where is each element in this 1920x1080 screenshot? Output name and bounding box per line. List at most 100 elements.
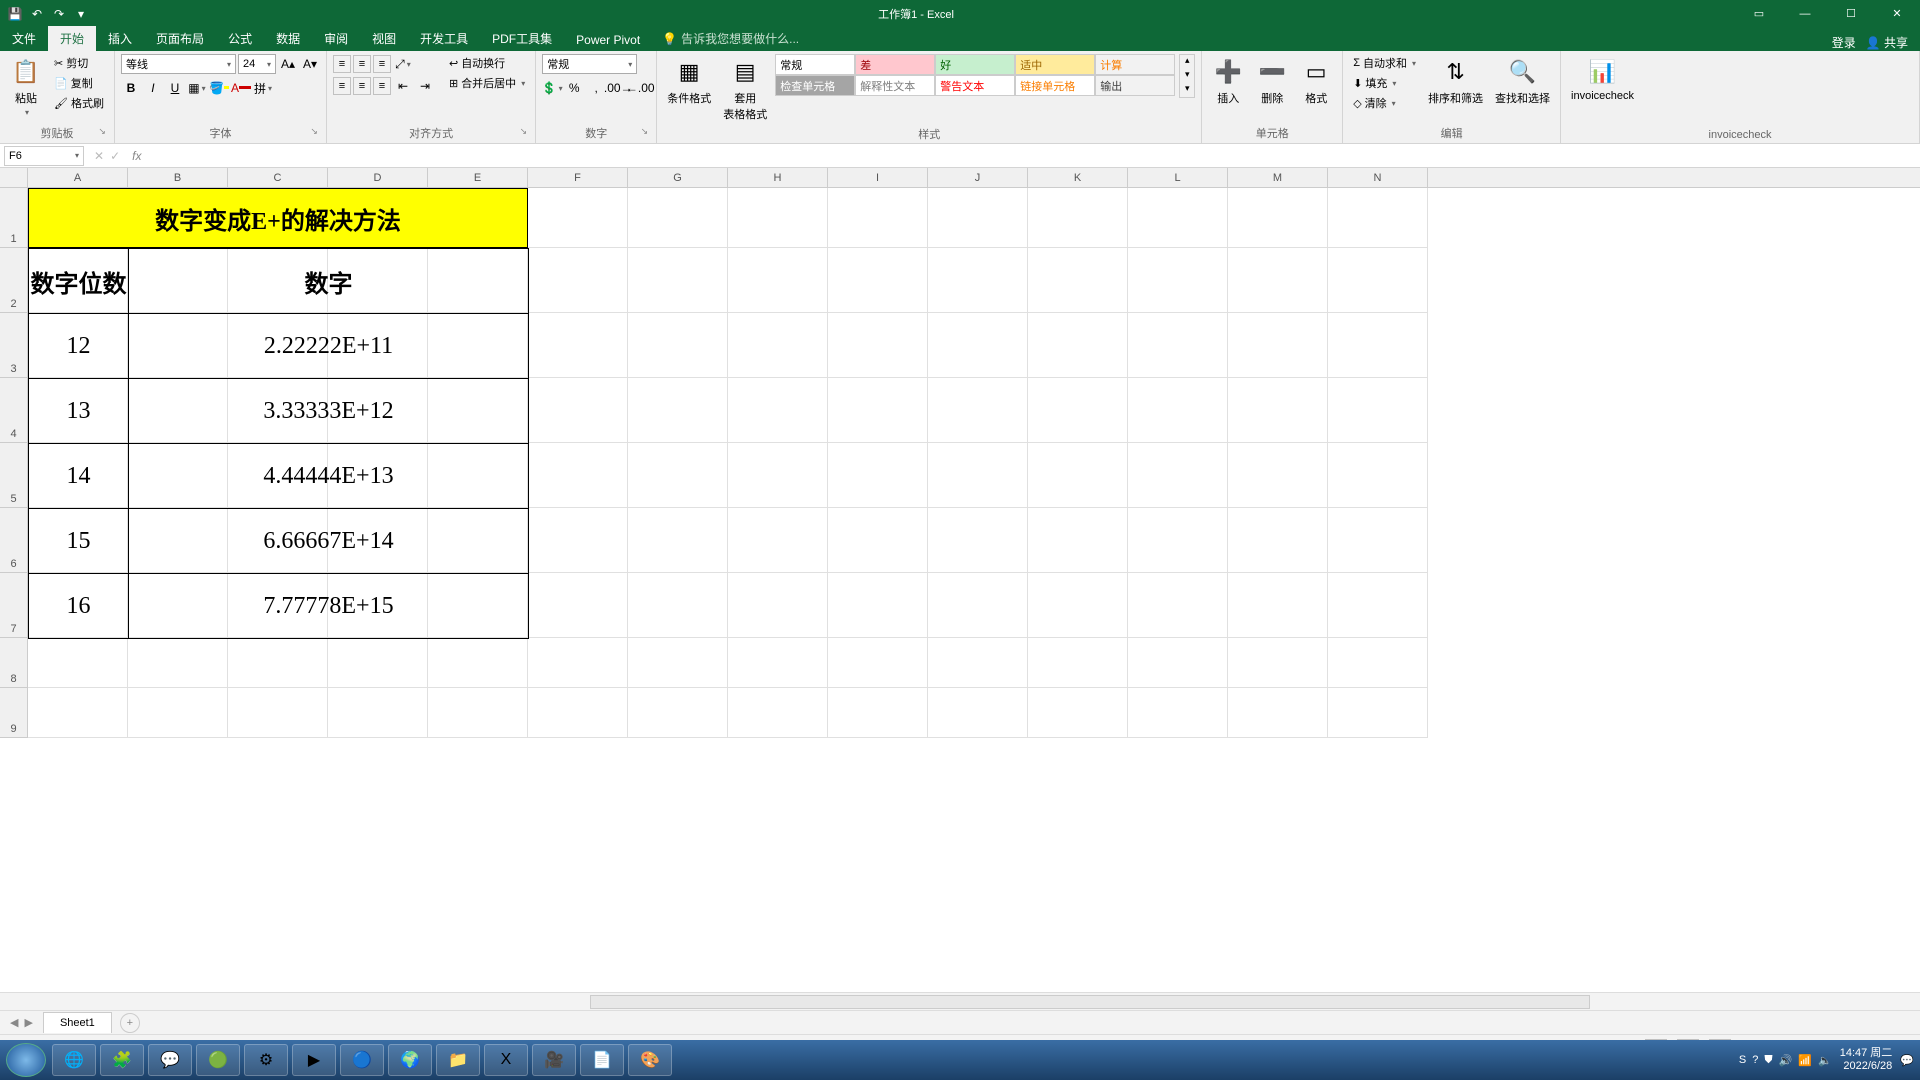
italic-button[interactable]: I <box>143 78 163 98</box>
cell[interactable] <box>1328 688 1428 738</box>
cell[interactable] <box>1128 248 1228 313</box>
taskbar-item[interactable]: 📁 <box>436 1044 480 1076</box>
style-cell-item[interactable]: 解释性文本 <box>855 75 935 96</box>
tab-pdf-tools[interactable]: PDF工具集 <box>480 26 564 51</box>
style-cell-item[interactable]: 差 <box>855 54 935 75</box>
cell[interactable] <box>928 688 1028 738</box>
taskbar-item[interactable]: 🧩 <box>100 1044 144 1076</box>
cell[interactable] <box>228 688 328 738</box>
format-cells-button[interactable]: ▭格式 <box>1296 54 1336 108</box>
taskbar-item[interactable]: 🎥 <box>532 1044 576 1076</box>
percent-button[interactable]: % <box>564 78 584 98</box>
table-cell[interactable]: 15 <box>29 509 129 574</box>
cell[interactable] <box>728 638 828 688</box>
style-cell-item[interactable]: 计算 <box>1095 54 1175 75</box>
cell[interactable] <box>928 378 1028 443</box>
underline-button[interactable]: U <box>165 78 185 98</box>
bold-button[interactable]: B <box>121 78 141 98</box>
cell[interactable] <box>1228 508 1328 573</box>
style-cell-item[interactable]: 输出 <box>1095 75 1175 96</box>
number-format-combo[interactable]: 常规▾ <box>542 54 637 74</box>
sort-filter-button[interactable]: ⇅排序和筛选 <box>1424 54 1487 108</box>
invoicecheck-button[interactable]: 📊invoicecheck <box>1567 54 1638 104</box>
column-header-F[interactable]: F <box>528 168 628 187</box>
clipboard-launcher-icon[interactable]: ↘ <box>98 126 106 137</box>
fx-icon[interactable]: fx <box>126 149 147 163</box>
taskbar-clock[interactable]: 14:47 周二 2022/6/28 <box>1840 1047 1893 1073</box>
row-header-2[interactable]: 2 <box>0 248 28 313</box>
cell[interactable] <box>1128 638 1228 688</box>
tab-power-pivot[interactable]: Power Pivot <box>564 29 652 51</box>
cell[interactable] <box>728 378 828 443</box>
table-cell[interactable]: 16 <box>29 574 129 639</box>
align-bottom-button[interactable]: ≡ <box>373 55 391 73</box>
cell[interactable] <box>1328 313 1428 378</box>
cell[interactable] <box>628 638 728 688</box>
taskbar-item[interactable]: 🟢 <box>196 1044 240 1076</box>
tab-view[interactable]: 视图 <box>360 26 408 51</box>
cell[interactable] <box>528 378 628 443</box>
cell[interactable] <box>1028 188 1128 248</box>
row-header-4[interactable]: 4 <box>0 378 28 443</box>
cell[interactable] <box>1128 188 1228 248</box>
cell[interactable] <box>728 188 828 248</box>
column-header-J[interactable]: J <box>928 168 1028 187</box>
redo-icon[interactable]: ↷ <box>52 7 66 21</box>
cell[interactable] <box>1228 248 1328 313</box>
tray-icon[interactable]: 📶 <box>1798 1054 1812 1067</box>
cell[interactable] <box>828 573 928 638</box>
column-header-I[interactable]: I <box>828 168 928 187</box>
enter-formula-icon[interactable]: ✓ <box>110 149 120 163</box>
tell-me-search[interactable]: 💡 告诉我您想要做什么... <box>652 26 809 51</box>
cell[interactable] <box>1328 188 1428 248</box>
row-header-5[interactable]: 5 <box>0 443 28 508</box>
cell[interactable] <box>728 248 828 313</box>
action-center-icon[interactable]: 💬 <box>1900 1054 1914 1067</box>
horizontal-scrollbar[interactable] <box>0 992 1920 1010</box>
taskbar-item[interactable]: 🌐 <box>52 1044 96 1076</box>
cell[interactable] <box>828 443 928 508</box>
cell[interactable] <box>728 443 828 508</box>
table-cell[interactable]: 12 <box>29 314 129 379</box>
column-header-H[interactable]: H <box>728 168 828 187</box>
cell[interactable] <box>728 313 828 378</box>
border-button[interactable]: ▦▾ <box>187 78 207 98</box>
decrease-indent-button[interactable]: ⇤ <box>393 76 413 96</box>
sheet-tab-sheet1[interactable]: Sheet1 <box>43 1012 112 1033</box>
taskbar-item[interactable]: 🌍 <box>388 1044 432 1076</box>
insert-cells-button[interactable]: ➕插入 <box>1208 54 1248 108</box>
find-select-button[interactable]: 🔍查找和选择 <box>1491 54 1554 108</box>
taskbar-item[interactable]: 🎨 <box>628 1044 672 1076</box>
column-header-C[interactable]: C <box>228 168 328 187</box>
format-as-table-button[interactable]: ▤套用 表格格式 <box>719 54 771 124</box>
cell[interactable] <box>528 573 628 638</box>
column-header-M[interactable]: M <box>1228 168 1328 187</box>
formula-input[interactable] <box>147 146 1920 166</box>
cell[interactable] <box>928 443 1028 508</box>
cell[interactable] <box>1228 638 1328 688</box>
taskbar-item[interactable]: 📄 <box>580 1044 624 1076</box>
cell[interactable] <box>528 508 628 573</box>
add-sheet-button[interactable]: + <box>120 1013 140 1033</box>
align-launcher-icon[interactable]: ↘ <box>520 126 528 137</box>
table-cell[interactable]: 3.33333E+12 <box>129 379 529 444</box>
cell[interactable] <box>628 573 728 638</box>
tray-icon[interactable]: S <box>1739 1054 1746 1067</box>
align-left-button[interactable]: ≡ <box>333 77 351 95</box>
cell[interactable] <box>28 638 128 688</box>
table-cell[interactable]: 14 <box>29 444 129 509</box>
clear-button[interactable]: ◇ 清除▾ <box>1349 94 1420 112</box>
close-icon[interactable]: ✕ <box>1874 0 1920 27</box>
cell[interactable] <box>1028 378 1128 443</box>
taskbar-item[interactable]: 🔵 <box>340 1044 384 1076</box>
cell[interactable] <box>928 508 1028 573</box>
cell-styles-gallery[interactable]: 常规差好适中计算检查单元格解释性文本警告文本链接单元格输出 <box>775 54 1175 96</box>
cell[interactable] <box>328 638 428 688</box>
cancel-formula-icon[interactable]: ✕ <box>94 149 104 163</box>
table-cell[interactable]: 7.77778E+15 <box>129 574 529 639</box>
table-cell[interactable]: 13 <box>29 379 129 444</box>
undo-icon[interactable]: ↶ <box>30 7 44 21</box>
cell[interactable] <box>1128 313 1228 378</box>
cell[interactable] <box>1228 313 1328 378</box>
cell[interactable] <box>628 188 728 248</box>
